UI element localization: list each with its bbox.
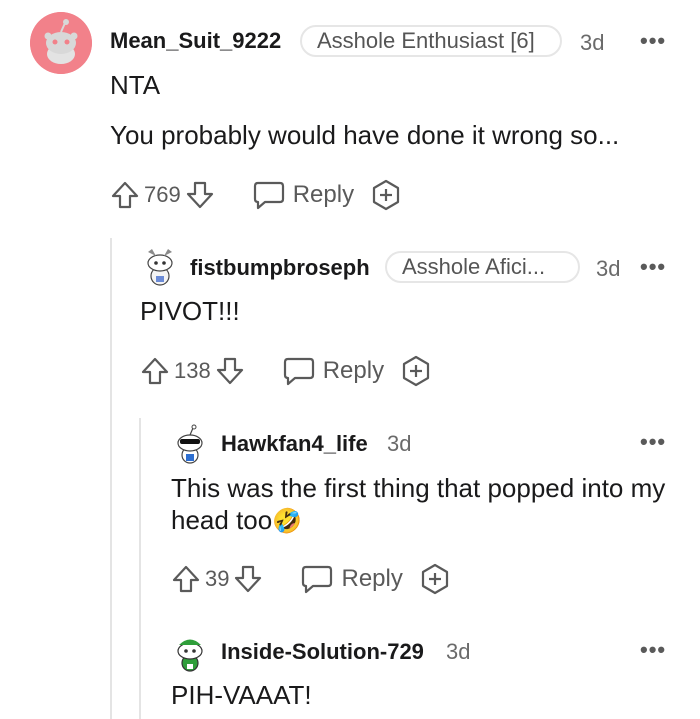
more-options-icon[interactable]: •••: [640, 431, 666, 453]
more-options-icon[interactable]: •••: [640, 639, 666, 661]
comment-actions: 769 Reply: [110, 178, 402, 212]
snoo-avatar-icon: [177, 424, 203, 464]
speech-bubble-icon: [302, 565, 333, 594]
avatar[interactable]: [142, 246, 178, 286]
speech-bubble-icon: [283, 357, 314, 386]
vote-count: 769: [144, 182, 181, 207]
timestamp: 3d: [580, 30, 605, 55]
comment-body-line: NTA: [110, 70, 161, 100]
vote-count: 39: [205, 566, 230, 591]
timestamp: 3d: [596, 256, 621, 281]
downvote-arrow-icon[interactable]: [233, 564, 263, 594]
snoo-avatar-icon: [30, 12, 92, 74]
username[interactable]: Hawkfan4_life: [221, 431, 368, 457]
award-plus-icon[interactable]: [400, 355, 432, 387]
award-plus-icon[interactable]: [419, 563, 451, 595]
comment-body-line: PIH-VAAAT!: [171, 680, 312, 710]
upvote-arrow-icon[interactable]: [171, 564, 201, 594]
timestamp: 3d: [446, 639, 471, 664]
username[interactable]: Inside-Solution-729: [221, 639, 424, 665]
reply-label: Reply: [292, 181, 355, 208]
award-plus-icon[interactable]: [370, 179, 402, 211]
comment-body-text: This was the first thing that popped int…: [171, 473, 666, 535]
snoo-avatar-icon: [147, 249, 173, 286]
upvote-arrow-icon[interactable]: [140, 356, 170, 386]
user-flair: Asshole Enthusiast [6]: [300, 25, 562, 57]
username[interactable]: fistbumpbroseph: [190, 255, 370, 281]
timestamp: 3d: [387, 431, 412, 456]
comment-body-line: PIVOT!!!: [140, 296, 240, 326]
comment-actions: 138 Reply: [140, 354, 432, 388]
more-options-icon[interactable]: •••: [640, 256, 666, 278]
username[interactable]: Mean_Suit_9222: [110, 28, 281, 54]
speech-bubble-icon: [253, 181, 284, 210]
user-flair: Asshole Afici...: [385, 251, 580, 283]
downvote-arrow-icon[interactable]: [185, 180, 215, 210]
snoo-avatar-icon: [177, 639, 203, 672]
reply-label: Reply: [341, 565, 403, 592]
avatar[interactable]: [172, 632, 208, 672]
vote-count: 138: [174, 358, 211, 383]
reply-button[interactable]: Reply: [301, 564, 403, 594]
reply-button[interactable]: Reply: [283, 356, 384, 386]
rofl-emoji: 🤣: [272, 507, 303, 535]
downvote-arrow-icon[interactable]: [215, 356, 245, 386]
upvote-arrow-icon[interactable]: [110, 180, 140, 210]
avatar[interactable]: [172, 424, 208, 464]
avatar[interactable]: [30, 12, 92, 74]
comment-actions: 39 Reply: [171, 562, 451, 596]
thread-line-level-1[interactable]: [110, 238, 112, 719]
reply-button[interactable]: Reply: [253, 180, 354, 210]
reply-label: Reply: [322, 357, 385, 384]
more-options-icon[interactable]: •••: [640, 30, 666, 52]
thread-line-level-2[interactable]: [139, 418, 141, 719]
comment-body: This was the first thing that popped int…: [171, 472, 671, 537]
comment-body-line: You probably would have done it wrong so…: [110, 120, 620, 150]
